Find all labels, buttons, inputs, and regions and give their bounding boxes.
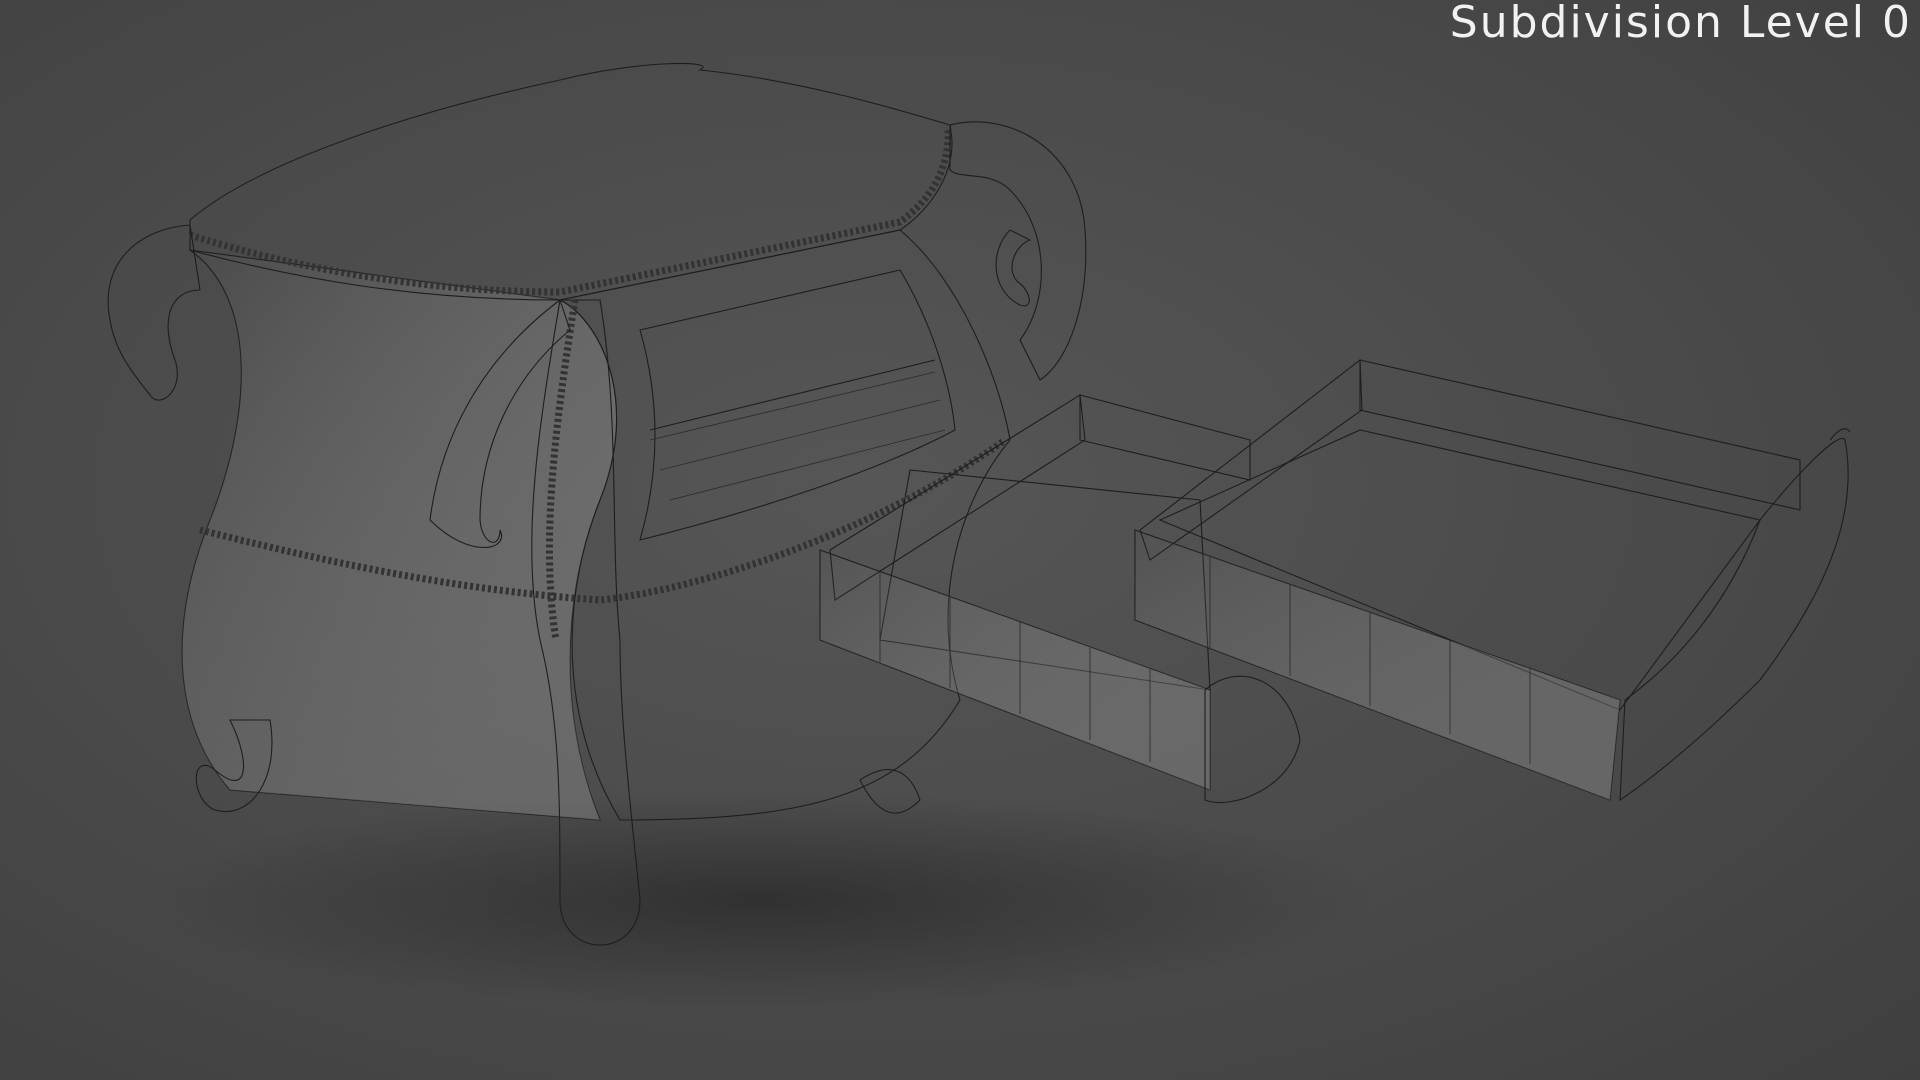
subdivision-level-label: Subdivision Level 0 [1449,0,1912,48]
3d-viewport[interactable]: Subdivision Level 0 [0,0,1920,1080]
drawer-right [1134,358,1851,802]
nightstand-wireframe-render [107,62,1851,1010]
